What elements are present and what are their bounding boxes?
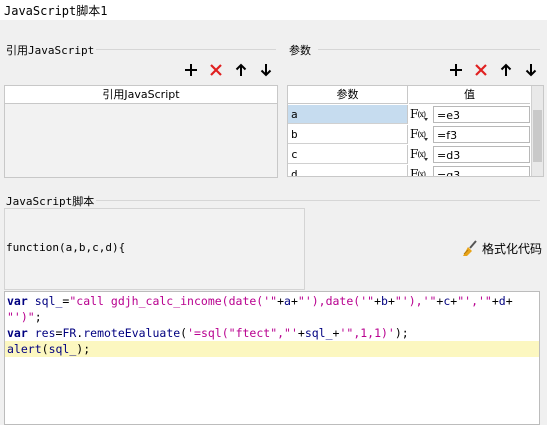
param-name[interactable]: d bbox=[288, 165, 408, 176]
ref-delete-button[interactable] bbox=[207, 61, 225, 79]
param-value-field[interactable]: =e3 bbox=[433, 106, 530, 123]
formula-icon[interactable]: F(x) bbox=[410, 165, 430, 176]
ref-js-section-label: 引用JavaScript bbox=[6, 44, 95, 57]
delete-icon bbox=[475, 64, 487, 76]
param-name[interactable]: b bbox=[288, 125, 408, 144]
ref-js-column-header: 引用JavaScript bbox=[5, 86, 277, 104]
param-name-header-label: 参数 bbox=[288, 86, 408, 104]
move-up-icon bbox=[500, 63, 512, 76]
window-title: JavaScript脚本1 bbox=[4, 4, 108, 18]
param-name[interactable]: a bbox=[288, 105, 408, 124]
delete-icon bbox=[210, 64, 222, 76]
param-row[interactable]: b F(x) =f3 bbox=[288, 125, 531, 145]
param-value-header-label: 值 bbox=[409, 86, 530, 104]
param-value-field[interactable]: =d3 bbox=[433, 146, 530, 163]
formula-icon[interactable]: F(x) bbox=[410, 125, 430, 144]
move-down-icon bbox=[525, 64, 537, 77]
code-line-1: var sql_="call gdjh_calc_income(date('"+… bbox=[7, 294, 513, 308]
formula-dropdown-icon[interactable] bbox=[424, 158, 428, 161]
param-row[interactable]: c F(x) =d3 bbox=[288, 145, 531, 165]
ref-add-button[interactable] bbox=[182, 61, 200, 79]
add-icon bbox=[450, 64, 462, 76]
formula-dropdown-icon[interactable] bbox=[424, 118, 428, 121]
param-name[interactable]: c bbox=[288, 145, 408, 164]
param-row[interactable]: a F(x) =e3 bbox=[288, 105, 531, 125]
param-value-header: 值 bbox=[409, 86, 530, 104]
formula-icon[interactable]: F(x) bbox=[410, 145, 430, 164]
param-move-down-button[interactable] bbox=[522, 61, 540, 79]
param-move-up-button[interactable] bbox=[497, 61, 515, 79]
function-signature: function(a,b,c,d){ bbox=[6, 241, 126, 254]
ref-js-separator bbox=[96, 49, 276, 50]
code-line-1-wrap: "')"; bbox=[7, 310, 42, 324]
ref-move-up-button[interactable] bbox=[232, 61, 250, 79]
params-section-label: 参数 bbox=[289, 44, 311, 57]
add-icon bbox=[185, 64, 197, 76]
broom-icon bbox=[463, 240, 477, 256]
code-line-3: alert(sql_); bbox=[5, 341, 539, 357]
params-scrollbar[interactable] bbox=[531, 86, 543, 176]
param-delete-button[interactable] bbox=[472, 61, 490, 79]
format-code-label: 格式化代码 bbox=[482, 242, 543, 256]
params-scrollbar-thumb[interactable] bbox=[533, 110, 542, 162]
script-section-label: JavaScript脚本 bbox=[6, 195, 95, 208]
move-down-icon bbox=[260, 64, 272, 77]
code-editor[interactable]: var sql_="call gdjh_calc_income(date('"+… bbox=[4, 291, 540, 425]
param-add-button[interactable] bbox=[447, 61, 465, 79]
formula-dropdown-icon[interactable] bbox=[424, 138, 428, 141]
formula-icon[interactable]: F(x) bbox=[410, 105, 430, 124]
function-header-panel: function(a,b,c,d){ bbox=[4, 208, 305, 290]
code-line-2: var res=FR.remoteEvaluate('=sql("ftect",… bbox=[7, 326, 409, 340]
param-name-header: 参数 bbox=[288, 86, 408, 104]
param-row[interactable]: d F(x) =g3 bbox=[288, 165, 531, 176]
ref-move-down-button[interactable] bbox=[257, 61, 275, 79]
ref-js-table[interactable]: 引用JavaScript bbox=[4, 85, 278, 178]
param-value-field[interactable]: =g3 bbox=[433, 166, 530, 176]
format-code-button[interactable]: 格式化代码 bbox=[461, 240, 542, 257]
params-separator bbox=[318, 49, 540, 50]
script-separator bbox=[96, 200, 540, 201]
move-up-icon bbox=[235, 63, 247, 76]
param-value-field[interactable]: =f3 bbox=[433, 126, 530, 143]
params-table[interactable]: 参数 值 a F(x) =e3 b F(x) =f3 c F(x) =d3 d … bbox=[287, 85, 544, 177]
